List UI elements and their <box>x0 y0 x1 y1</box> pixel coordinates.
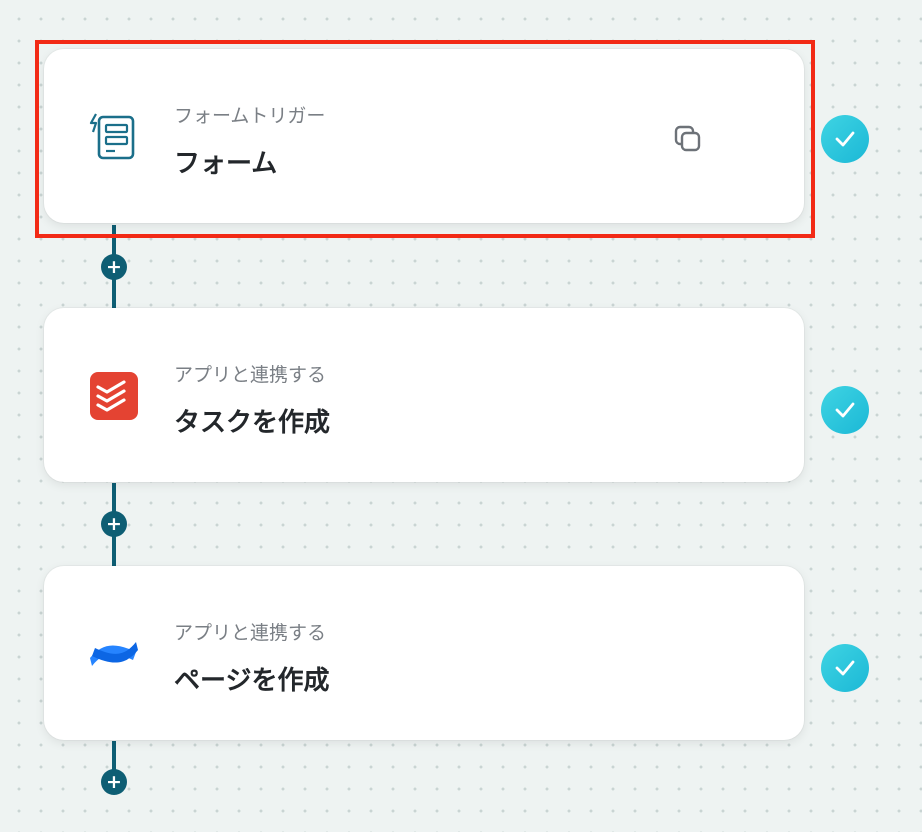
step-title: ページを作成 <box>174 666 330 696</box>
step-title: タスクを作成 <box>174 408 331 438</box>
step-card-create-page[interactable]: アプリと連携する ページを作成 <box>44 566 804 740</box>
step-title: フォーム <box>174 149 278 179</box>
check-icon <box>821 115 869 163</box>
check-icon <box>821 644 869 692</box>
step-subtitle: アプリと連携する <box>174 364 327 386</box>
check-icon <box>821 386 869 434</box>
todoist-icon <box>88 370 140 422</box>
step-subtitle: フォームトリガー <box>174 105 326 127</box>
step-card-form-trigger[interactable]: フォームトリガー フォーム <box>44 49 804 223</box>
copy-icon[interactable] <box>670 121 706 157</box>
step-subtitle: アプリと連携する <box>174 622 327 644</box>
add-step-button[interactable]: + <box>101 769 127 795</box>
form-trigger-icon <box>88 111 140 163</box>
confluence-icon <box>88 628 140 680</box>
step-card-create-task[interactable]: アプリと連携する タスクを作成 <box>44 308 804 482</box>
add-step-button[interactable]: + <box>101 254 127 280</box>
add-step-button[interactable]: + <box>101 511 127 537</box>
